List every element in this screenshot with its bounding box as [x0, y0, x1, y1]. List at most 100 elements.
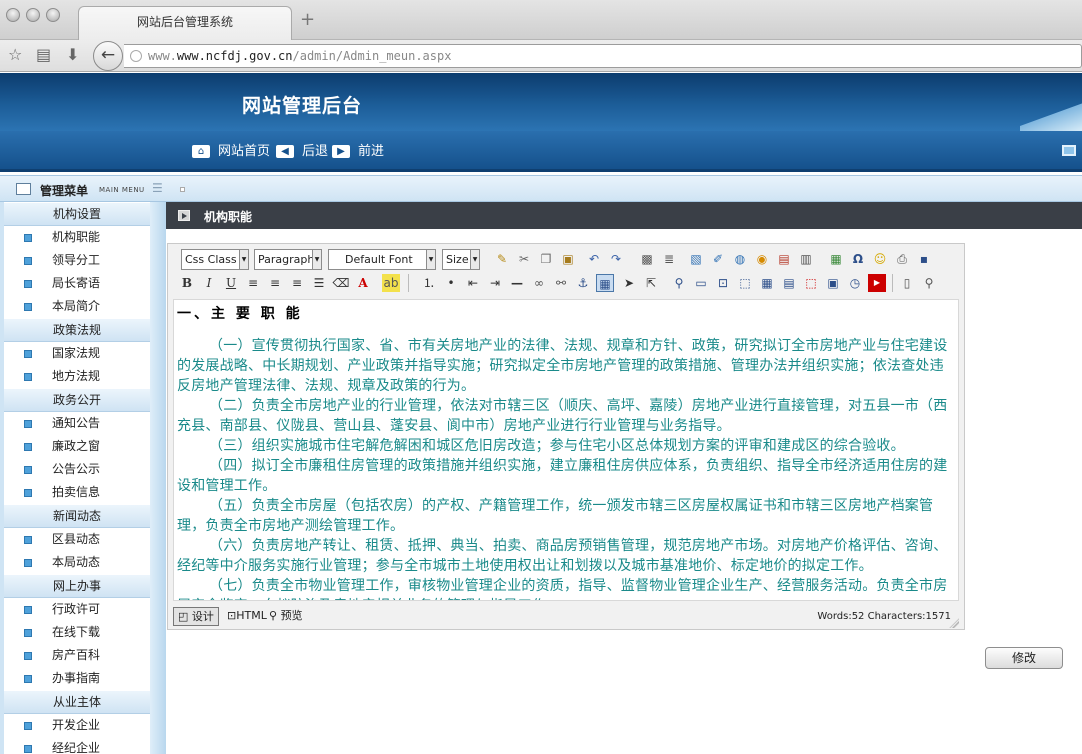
sidebar-menu-item[interactable]: 国家法规	[4, 342, 150, 365]
edit-image-icon[interactable]: ✐	[709, 250, 727, 268]
insert-time-icon[interactable]: ◷	[846, 274, 864, 292]
size-select[interactable]: Size ▼	[442, 249, 480, 270]
nav-home-link[interactable]: ⌂ 网站首页	[192, 144, 270, 160]
insert-page-icon[interactable]: ▦	[827, 250, 845, 268]
redo-icon[interactable]: ↷	[607, 250, 625, 268]
sidebar-menu-item[interactable]: 在线下载	[4, 621, 150, 644]
sidebar-menu-item[interactable]: 经纪企业	[4, 737, 150, 754]
emoticon-icon[interactable]: ☺	[871, 250, 889, 268]
select-icon[interactable]: ⇱	[642, 274, 660, 292]
css-class-select[interactable]: Css Class ▼	[181, 249, 249, 270]
modify-button[interactable]: 修改	[985, 647, 1063, 669]
resize-grip-icon[interactable]	[949, 618, 959, 628]
copy-icon[interactable]: ❐	[537, 250, 555, 268]
menu-category[interactable]: 从业主体	[4, 690, 150, 714]
anchor-icon[interactable]: ⚓	[574, 274, 592, 292]
sidebar-menu-item[interactable]: 领导分工	[4, 249, 150, 272]
eraser-icon[interactable]: ⌫	[332, 274, 350, 292]
align-right-icon[interactable]: ≡	[288, 274, 306, 292]
new-document-icon[interactable]: ▯	[898, 274, 916, 292]
ordered-list-icon[interactable]: ⒈	[420, 274, 438, 292]
sidebar-menu-item[interactable]: 局长寄语	[4, 272, 150, 295]
new-tab-button[interactable]: +	[300, 10, 315, 30]
preview-zoom-icon[interactable]: ⚲	[920, 274, 938, 292]
insert-image-icon[interactable]: ▧	[687, 250, 705, 268]
menu-category[interactable]: 网上办事	[4, 574, 150, 598]
insert-document-icon[interactable]: ▤	[775, 250, 793, 268]
sidebar-menu-item[interactable]: 办事指南	[4, 667, 150, 690]
html-mode-tab[interactable]: ⊡HTML	[223, 607, 271, 626]
sidebar-menu-item[interactable]: 地方法规	[4, 365, 150, 388]
nav-forward-link[interactable]: ▶ 前进	[332, 144, 384, 160]
font-color-icon[interactable]: A	[354, 274, 372, 292]
font-select[interactable]: Default Font ▼	[328, 249, 436, 270]
minimize-window-button[interactable]	[26, 8, 40, 22]
sidebar-menu-item[interactable]: 本局动态	[4, 551, 150, 574]
browser-back-button[interactable]: ←	[93, 41, 123, 71]
insert-layer-icon[interactable]: ⬚	[802, 274, 820, 292]
unordered-list-icon[interactable]: •	[442, 274, 460, 292]
pointer-icon[interactable]: ➤	[620, 274, 638, 292]
insert-table-icon[interactable]: ▦	[758, 274, 776, 292]
undo-icon[interactable]: ↶	[585, 250, 603, 268]
sidebar-menu-item[interactable]: 拍卖信息	[4, 481, 150, 504]
paragraph-select[interactable]: Paragraph ▼	[254, 249, 322, 270]
reading-list-icon[interactable]: ▤	[36, 46, 51, 64]
unlink-icon[interactable]: ⚯	[552, 274, 570, 292]
underline-icon[interactable]: U	[222, 274, 240, 292]
editor-content-area[interactable]: 一、主 要 职 能 （一）宣传贯彻执行国家、省、市有关房地产业的法律、法规、规章…	[173, 299, 959, 601]
collapse-handle-icon[interactable]: ☰	[152, 182, 163, 194]
download-icon[interactable]: ⬇	[66, 46, 79, 64]
insert-media-icon[interactable]: ◉	[753, 250, 771, 268]
insert-frame-icon[interactable]: ⊡	[714, 274, 732, 292]
menu-category[interactable]: 政务公开	[4, 388, 150, 412]
insert-date-icon[interactable]: ▣	[824, 274, 842, 292]
close-window-button[interactable]	[6, 8, 20, 22]
save-icon[interactable]: ▪	[915, 250, 933, 268]
sidebar-menu-item[interactable]: 房产百科	[4, 644, 150, 667]
zoom-window-button[interactable]	[46, 8, 60, 22]
align-left-icon[interactable]: ≡	[244, 274, 262, 292]
browser-tab[interactable]: 网站后台管理系统	[78, 6, 292, 41]
preview-mode-tab[interactable]: ⚲ 预览	[265, 607, 307, 626]
insert-box-icon[interactable]: ▭	[692, 274, 710, 292]
highlight-color-icon[interactable]: ab	[382, 274, 400, 292]
menu-category[interactable]: 机构设置	[4, 202, 150, 226]
find-replace-icon[interactable]: ▩	[638, 250, 656, 268]
justify-icon[interactable]: ☰	[310, 274, 328, 292]
youtube-icon[interactable]: ▶	[868, 274, 886, 292]
table-properties-icon[interactable]: ▤	[780, 274, 798, 292]
insert-template-icon[interactable]: ▥	[797, 250, 815, 268]
sidebar-menu-item[interactable]: 行政许可	[4, 598, 150, 621]
find-icon[interactable]: ⚲	[670, 274, 688, 292]
sidebar-menu-item[interactable]: 区县动态	[4, 528, 150, 551]
special-char-icon[interactable]: Ω	[849, 250, 867, 268]
menu-category[interactable]: 新闻动态	[4, 504, 150, 528]
sidebar-scroll-track[interactable]	[150, 202, 166, 754]
sidebar-menu-item[interactable]: 机构职能	[4, 226, 150, 249]
sidebar-menu-item[interactable]: 本局简介	[4, 295, 150, 318]
paste-icon[interactable]: ▣	[559, 250, 577, 268]
address-bar[interactable]: www.www.ncfdj.gov.cn/admin/Admin_meun.as…	[124, 44, 1082, 68]
align-center-icon[interactable]: ≡	[266, 274, 284, 292]
format-painter-icon[interactable]: ✎	[493, 250, 511, 268]
sidebar-menu-item[interactable]: 廉政之窗	[4, 435, 150, 458]
horizontal-rule-icon[interactable]: —	[508, 274, 526, 292]
paragraph-list-icon[interactable]: ≣	[660, 250, 678, 268]
outdent-icon[interactable]: ⇤	[464, 274, 482, 292]
show-borders-icon[interactable]: ▦	[596, 274, 614, 292]
italic-icon[interactable]: I	[200, 274, 218, 292]
insert-flash-icon[interactable]: ◍	[731, 250, 749, 268]
bookmark-star-icon[interactable]: ☆	[8, 46, 22, 64]
menu-category[interactable]: 政策法规	[4, 318, 150, 342]
sidebar-menu-item[interactable]: 通知公告	[4, 412, 150, 435]
print-icon[interactable]: ⎙	[893, 250, 911, 268]
sidebar-menu-item[interactable]: 开发企业	[4, 714, 150, 737]
insert-div-icon[interactable]: ⬚	[736, 274, 754, 292]
nav-back-link[interactable]: ◀ 后退	[276, 144, 328, 160]
link-icon[interactable]: ∞	[530, 274, 548, 292]
sidebar-menu-item[interactable]: 公告公示	[4, 458, 150, 481]
cut-icon[interactable]: ✂	[515, 250, 533, 268]
fullscreen-icon[interactable]	[1062, 145, 1076, 156]
indent-icon[interactable]: ⇥	[486, 274, 504, 292]
